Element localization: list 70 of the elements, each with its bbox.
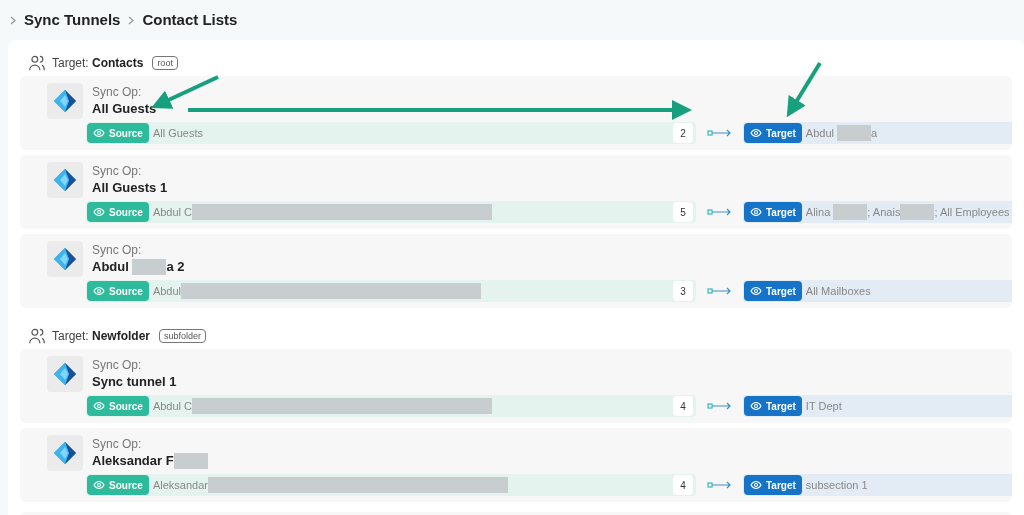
sync-op-label: Sync Op: xyxy=(92,437,143,452)
eye-icon xyxy=(750,400,762,412)
redaction-blur xyxy=(900,204,935,220)
sync-op-label: Sync Op: xyxy=(92,358,143,373)
target-button[interactable]: Target xyxy=(744,396,802,416)
users-icon xyxy=(28,55,46,71)
redaction-blur xyxy=(837,125,872,141)
eye-icon xyxy=(750,479,762,491)
segment-text: subsection 1 xyxy=(805,477,868,493)
eye-icon xyxy=(93,206,105,218)
eye-icon xyxy=(93,285,105,297)
target-button[interactable]: Target xyxy=(744,475,802,495)
app-logo-icon xyxy=(47,83,83,119)
breadcrumb-link[interactable]: Contact Lists xyxy=(142,8,238,32)
breadcrumb-link[interactable]: Sync Tunnels xyxy=(24,8,121,32)
group-tag: root xyxy=(152,56,178,70)
segment-text: All Guests xyxy=(92,100,157,117)
chevron-icon xyxy=(10,15,16,25)
redaction-blur xyxy=(833,204,868,220)
users-icon xyxy=(28,328,46,344)
chevron-icon xyxy=(128,15,135,25)
annotation-arrow xyxy=(786,61,822,118)
target-button[interactable]: Target xyxy=(744,202,802,222)
segment-text: a xyxy=(871,125,878,141)
count-chip: 2 xyxy=(673,123,693,143)
count-chip: 5 xyxy=(673,202,693,222)
target-button[interactable]: Target xyxy=(744,123,802,143)
target-button[interactable]: Target xyxy=(744,281,802,301)
segment-text: All Guests xyxy=(152,125,204,141)
app-logo-icon xyxy=(47,241,83,277)
group-tag: subfolder xyxy=(159,329,207,343)
eye-icon xyxy=(93,400,105,412)
segment-text: Abdul xyxy=(805,125,835,141)
eye-icon xyxy=(750,127,762,139)
sync-op-label: Sync Op: xyxy=(92,164,143,179)
segment-text: a 2 xyxy=(166,258,185,275)
sync-op-label: Sync Op: xyxy=(92,243,143,258)
segment-text: Aleksandar F xyxy=(92,452,174,469)
app-logo-icon xyxy=(47,162,83,198)
connector-arrow-icon xyxy=(707,208,732,216)
eye-icon xyxy=(750,285,762,297)
segment-text: Abdul xyxy=(92,258,130,275)
count-chip: 4 xyxy=(673,396,693,416)
connector-arrow-icon xyxy=(707,481,732,489)
connector-arrow-icon xyxy=(707,402,732,410)
app-logo-icon xyxy=(47,356,83,392)
app-logo-icon xyxy=(47,435,83,471)
eye-icon xyxy=(93,479,105,491)
redaction-blur xyxy=(132,258,167,275)
group-title: Target: Contacts xyxy=(52,55,144,72)
segment-text: IT Dept xyxy=(805,398,842,414)
group-title: Target: Newfolder xyxy=(52,328,151,345)
segment-text: Sync tunnel 1 xyxy=(92,373,177,390)
segment-text: All Guests 1 xyxy=(92,179,168,196)
segment-text: Abdul C xyxy=(152,204,193,220)
segment-text: ; All Employees xyxy=(934,204,1010,220)
segment-text: Aleksandar xyxy=(152,477,208,493)
segment-text: All Mailboxes xyxy=(805,283,871,299)
segment-text: ; Anais xyxy=(867,204,901,220)
connector-arrow-icon xyxy=(707,287,732,295)
segment-text: Abdul C xyxy=(152,398,193,414)
eye-icon xyxy=(93,127,105,139)
sync-op-label: Sync Op: xyxy=(92,85,143,100)
segment-text: Alina xyxy=(805,204,832,220)
redaction-blur xyxy=(173,452,208,469)
count-chip: 4 xyxy=(673,475,693,495)
segment-text: Abdul xyxy=(152,283,182,299)
connector-arrow-icon xyxy=(707,129,732,137)
count-chip: 3 xyxy=(673,281,693,301)
eye-icon xyxy=(750,206,762,218)
